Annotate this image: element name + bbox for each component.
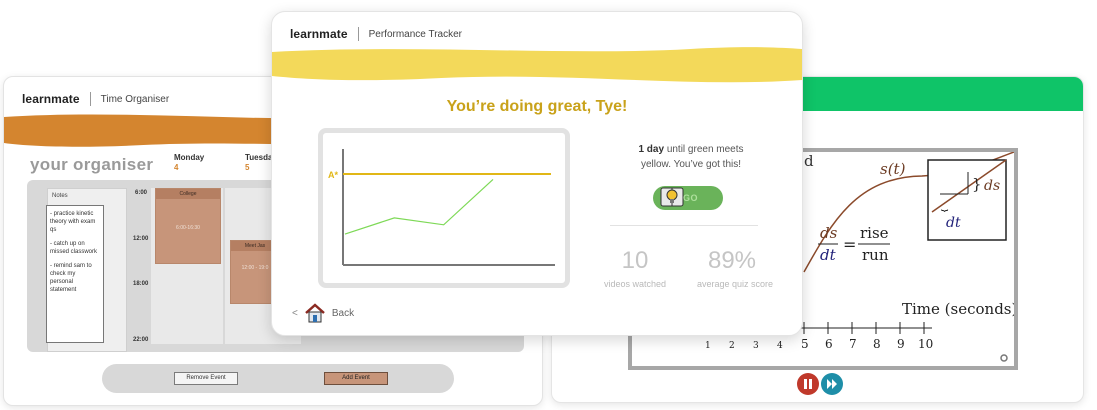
- axis-tick-label: 5: [801, 337, 809, 351]
- axis-label: Time (seconds): [902, 300, 1014, 318]
- axis-tick-label: 3: [753, 341, 759, 351]
- home-icon: [305, 303, 325, 323]
- time-label: 18:00: [133, 281, 149, 287]
- back-label: Back: [331, 307, 355, 319]
- fast-forward-button[interactable]: [821, 373, 843, 395]
- progress-message: 1 day until green meets yellow. You’ve g…: [606, 142, 776, 172]
- encouragement-headline: You’re doing great, Tye!: [446, 98, 628, 115]
- time-label: 6:00: [135, 190, 148, 196]
- stats-divider: [610, 225, 758, 226]
- message-part: until green meets: [666, 144, 744, 155]
- day-number: 5: [245, 163, 250, 172]
- note-item: - practice kinetic theory with exam qs: [50, 211, 96, 233]
- pause-icon: [804, 379, 812, 389]
- time-label: 22:00: [133, 337, 149, 343]
- go-label: GO: [683, 193, 699, 203]
- board-dot: [1000, 354, 1008, 362]
- brand-logo: learnmate: [290, 27, 348, 41]
- note-item: - catch up on missed classwork: [50, 241, 98, 255]
- remove-event-button[interactable]: Remove Event: [174, 372, 238, 385]
- fast-forward-icon: [827, 379, 837, 389]
- quiz-score-value: 89%: [707, 247, 757, 274]
- progress-line: [344, 178, 494, 235]
- ds-label: ds: [984, 178, 1000, 194]
- axis-tick-label: 9: [897, 337, 905, 351]
- day-header-tuesday[interactable]: Tuesda 5: [245, 153, 272, 173]
- tracker-header: learnmate Performance Tracker: [290, 27, 462, 41]
- day-header-monday[interactable]: Monday 4: [174, 153, 204, 173]
- event-time: 6:00-16:30: [176, 225, 200, 231]
- organiser-title: your organiser: [30, 155, 154, 174]
- fraction-denominator: dt: [820, 246, 837, 264]
- chevron-left-icon: <: [292, 307, 298, 319]
- go-button[interactable]: GO: [653, 186, 723, 210]
- quiz-score-label: average quiz score: [696, 279, 774, 289]
- progress-graph: A*: [318, 128, 570, 288]
- pause-button[interactable]: [797, 373, 819, 395]
- dt-label: dt: [946, 215, 961, 231]
- organiser-header: learnmate Time Organiser: [22, 92, 169, 106]
- run-label: run: [862, 246, 889, 264]
- event-college[interactable]: College 6:00-16:30: [155, 188, 221, 264]
- back-button[interactable]: < Back: [292, 302, 354, 324]
- ds-brace: }: [972, 175, 982, 193]
- tracker-banner: [272, 47, 802, 83]
- organiser-action-bar: Remove Event Add Event: [102, 364, 454, 393]
- organiser-subtitle: Time Organiser: [100, 93, 170, 105]
- event-title: College: [156, 189, 220, 199]
- brand-logo: learnmate: [22, 92, 80, 106]
- time-label: 12:00: [133, 236, 149, 242]
- partial-word: d: [804, 152, 814, 170]
- target-label: A*: [328, 170, 338, 180]
- axis-tick-label: 7: [849, 337, 857, 351]
- axis-tick-label: 6: [825, 337, 833, 351]
- message-part: yellow. You’ve got this!: [640, 159, 742, 170]
- progress-chart: A*: [328, 149, 555, 266]
- axis-tick-label: 10: [918, 337, 933, 351]
- performance-tracker-card: learnmate Performance Tracker You’re doi…: [271, 11, 803, 336]
- videos-watched-label: videos watched: [603, 279, 667, 289]
- axis-tick-label: 4: [777, 341, 783, 351]
- videos-watched-value: 10: [621, 247, 649, 274]
- axis-tick-label: 8: [873, 337, 881, 351]
- zoom-box: [927, 159, 1007, 241]
- equals-sign: =: [843, 235, 856, 254]
- curve-label: s(t): [880, 160, 906, 178]
- header-divider: [357, 27, 359, 41]
- header-divider: [89, 92, 91, 106]
- dt-brace: ⏟: [941, 197, 949, 212]
- day-name: Tuesda: [245, 153, 273, 162]
- note-item: - remind sam to check my personal statem…: [50, 263, 92, 293]
- add-event-button[interactable]: Add Event: [324, 372, 388, 385]
- notes-text[interactable]: - practice kinetic theory with exam qs -…: [46, 205, 104, 343]
- day-name: Monday: [174, 153, 205, 162]
- notes-title: Notes: [52, 193, 68, 199]
- axis-tick-label: 2: [729, 341, 735, 351]
- tracker-subtitle: Performance Tracker: [368, 28, 462, 40]
- days-remaining: 1 day: [638, 144, 665, 155]
- axis-tick-label: 1: [705, 341, 711, 351]
- fraction-numerator: ds: [820, 224, 838, 242]
- rise-label: rise: [860, 224, 889, 242]
- day-number: 4: [174, 163, 179, 172]
